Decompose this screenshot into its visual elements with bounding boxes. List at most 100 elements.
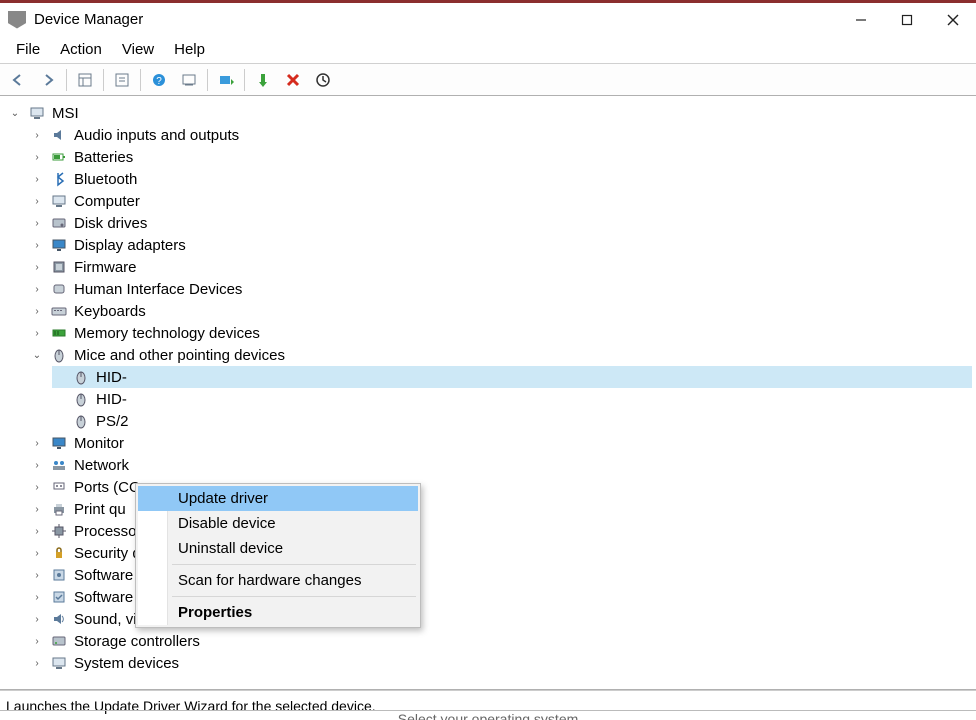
tree-node-label: Bluetooth (74, 171, 137, 188)
tree-node-label: System devices (74, 655, 179, 672)
battery-icon (50, 148, 68, 166)
menu-action[interactable]: Action (50, 39, 112, 60)
ctx-disable-device[interactable]: Disable device (138, 511, 418, 536)
collapse-icon[interactable]: ⌄ (30, 348, 44, 362)
monitor-icon (50, 434, 68, 452)
tree-category[interactable]: ›Memory technology devices (30, 322, 972, 344)
minimize-button[interactable] (838, 4, 884, 36)
printer-icon (50, 500, 68, 518)
expand-icon[interactable]: › (30, 656, 44, 670)
cpu-icon (50, 522, 68, 540)
expand-icon[interactable]: › (30, 260, 44, 274)
tree-category[interactable]: ›Storage controllers (30, 630, 972, 652)
tree-node-label: Ports (CO (74, 479, 141, 496)
disable-button[interactable] (279, 67, 307, 93)
expand-icon[interactable]: › (30, 524, 44, 538)
menu-view[interactable]: View (112, 39, 164, 60)
mouse-icon (50, 346, 68, 364)
tree-node-label: Computer (74, 193, 140, 210)
computer-icon (28, 104, 46, 122)
maximize-button[interactable] (884, 4, 930, 36)
expand-icon[interactable]: › (30, 216, 44, 230)
ctx-uninstall-device[interactable]: Uninstall device (138, 536, 418, 561)
menu-help[interactable]: Help (164, 39, 215, 60)
tree-category[interactable]: › Keyboards (30, 300, 972, 322)
ctx-scan-hardware[interactable]: Scan for hardware changes (138, 568, 418, 593)
tree-node-label: Human Interface Devices (74, 281, 242, 298)
menubar: File Action View Help (0, 36, 976, 64)
expand-icon[interactable]: › (30, 304, 44, 318)
tree-node-label: Network (74, 457, 129, 474)
svg-text:?: ? (156, 76, 162, 87)
tree-category[interactable]: › Network (30, 454, 972, 476)
expand-icon[interactable]: › (30, 568, 44, 582)
toolbar-sep (66, 69, 67, 91)
tree-category[interactable]: ›Monitor (30, 432, 972, 454)
tree-node-label: Print qu (74, 501, 126, 518)
tree-category[interactable]: › Audio inputs and outputs (30, 124, 972, 146)
collapse-icon[interactable]: ⌄ (8, 106, 22, 120)
computer-icon (50, 192, 68, 210)
tree-category[interactable]: › Bluetooth (30, 168, 972, 190)
back-button[interactable] (4, 67, 32, 93)
uninstall-button[interactable] (309, 67, 337, 93)
expand-icon[interactable]: › (30, 238, 44, 252)
expand-icon[interactable]: › (30, 150, 44, 164)
tree-category[interactable]: ›Firmware (30, 256, 972, 278)
tree-device[interactable]: HID- (52, 366, 972, 388)
ctx-update-driver[interactable]: Update driver (138, 486, 418, 511)
forward-button[interactable] (34, 67, 62, 93)
expand-icon[interactable]: › (30, 480, 44, 494)
tree-node-label: Display adapters (74, 237, 186, 254)
scan-button[interactable] (175, 67, 203, 93)
properties-button[interactable] (108, 67, 136, 93)
expand-icon[interactable]: › (30, 634, 44, 648)
close-button[interactable] (930, 4, 976, 36)
mouse-icon (72, 412, 90, 430)
expand-icon[interactable]: › (30, 546, 44, 560)
expand-icon[interactable]: › (30, 282, 44, 296)
expand-icon[interactable]: › (30, 128, 44, 142)
disk-icon (50, 214, 68, 232)
tree-root-node[interactable]: ⌄ MSI (8, 102, 972, 124)
expand-icon[interactable]: › (30, 172, 44, 186)
expand-icon[interactable]: › (30, 502, 44, 516)
mouse-icon (72, 390, 90, 408)
fragment-text: Select your operating system (398, 711, 579, 720)
expand-icon[interactable]: › (30, 326, 44, 340)
tree-category[interactable]: › Disk drives (30, 212, 972, 234)
ports-icon (50, 478, 68, 496)
expand-icon[interactable]: › (30, 436, 44, 450)
toolbar: ? (0, 64, 976, 96)
spacer (52, 392, 66, 406)
security-icon (50, 544, 68, 562)
menu-file[interactable]: File (6, 39, 50, 60)
bluetooth-icon (50, 170, 68, 188)
sound-icon (50, 610, 68, 628)
help-button[interactable]: ? (145, 67, 173, 93)
tree-category[interactable]: › Computer (30, 190, 972, 212)
expand-icon[interactable]: › (30, 194, 44, 208)
tree-device[interactable]: PS/2 (52, 410, 972, 432)
tree-node-label: Keyboards (74, 303, 146, 320)
expand-icon[interactable]: › (30, 458, 44, 472)
tree-category[interactable]: ›Batteries (30, 146, 972, 168)
tree-category-mice[interactable]: ⌄Mice and other pointing devices (30, 344, 972, 366)
tree-node-label: Disk drives (74, 215, 147, 232)
expand-icon[interactable]: › (30, 590, 44, 604)
ctx-properties[interactable]: Properties (138, 600, 418, 625)
tree-device[interactable]: HID- (52, 388, 972, 410)
toolbar-sep (244, 69, 245, 91)
app-icon (8, 11, 26, 29)
software-device-icon (50, 588, 68, 606)
enable-button[interactable] (249, 67, 277, 93)
tree-category[interactable]: › System devices (30, 652, 972, 674)
tree-node-label: Audio inputs and outputs (74, 127, 239, 144)
show-hide-tree-button[interactable] (71, 67, 99, 93)
expand-icon[interactable]: › (30, 612, 44, 626)
update-driver-button[interactable] (212, 67, 240, 93)
tree-node-label: Processo (74, 523, 137, 540)
firmware-icon (50, 258, 68, 276)
tree-category[interactable]: › Human Interface Devices (30, 278, 972, 300)
tree-category[interactable]: › Display adapters (30, 234, 972, 256)
